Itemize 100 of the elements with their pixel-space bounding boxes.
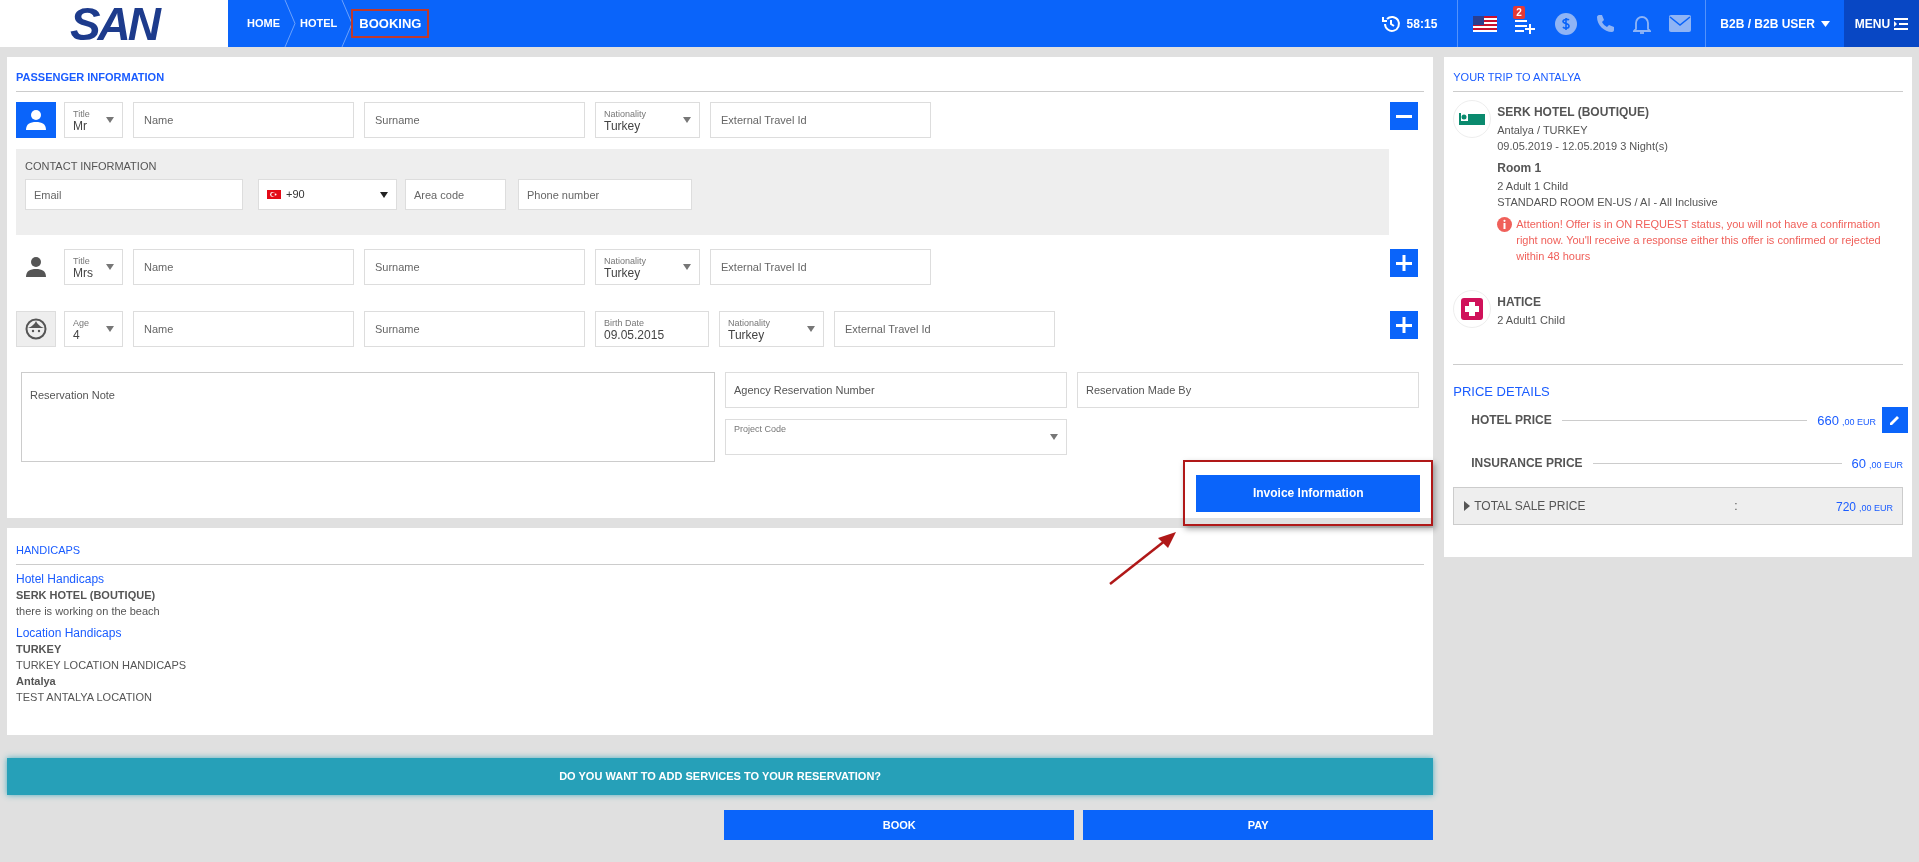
caret-icon <box>1463 501 1472 511</box>
input-field[interactable]: Name <box>133 249 354 285</box>
field-label: Title <box>73 255 91 267</box>
input-field[interactable]: Name <box>133 311 354 347</box>
date-field[interactable]: Birth Date 09.05.2015 <box>595 311 709 347</box>
price-label: INSURANCE PRICE <box>1471 455 1583 472</box>
flag-icon <box>267 190 281 199</box>
entry-name: SERK HOTEL (BOUTIQUE) <box>16 588 157 603</box>
section-title: PRICE DETAILS <box>1453 383 1551 401</box>
total-label: TOTAL SALE PRICE <box>1474 498 1587 515</box>
project-code-select[interactable]: Project Code <box>725 419 1067 455</box>
made-by-field[interactable]: Reservation Made By <box>1077 372 1419 408</box>
total-amount: 720 ,00 EUR <box>1835 499 1893 516</box>
breadcrumb-link[interactable]: HOME <box>243 15 284 32</box>
timer-text: 58:15 <box>1406 15 1438 33</box>
caret-icon <box>106 117 114 123</box>
entry-text: TURKEY LOCATION HANDICAPS <box>16 658 188 673</box>
person-icon <box>25 109 47 131</box>
entry-name: TURKEY <box>16 642 63 657</box>
breadcrumb-link[interactable]: HOTEL <box>296 15 342 32</box>
select-field[interactable]: Nationality Turkey <box>595 249 700 285</box>
item-detail: 09.05.2019 - 12.05.2019 3 Night(s) <box>1497 139 1669 154</box>
caret-icon <box>1821 20 1830 27</box>
remove-passenger-button[interactable] <box>1390 102 1419 130</box>
field-label: Nationality <box>604 108 647 120</box>
field-value: Mr <box>73 120 88 132</box>
field-label: Nationality <box>728 317 771 329</box>
person-icon <box>25 256 47 278</box>
field-value: Mrs <box>73 267 93 279</box>
add-passenger-button[interactable] <box>1390 311 1419 339</box>
item-detail: Antalya / TURKEY <box>1497 123 1589 138</box>
book-button[interactable]: BOOK <box>724 810 1075 840</box>
group-heading: Hotel Handicaps <box>16 571 106 587</box>
caret-icon <box>106 326 114 332</box>
info-icon <box>1497 217 1513 232</box>
caret-icon <box>683 117 691 123</box>
caret-icon <box>683 264 691 270</box>
menu-icon <box>1894 17 1909 30</box>
select-field[interactable]: Title Mr <box>64 102 123 138</box>
item-detail: 2 Adult 1 Child <box>1497 179 1570 194</box>
country-code-select[interactable]: +90 <box>258 179 397 210</box>
select-field[interactable]: Nationality Turkey <box>595 102 700 138</box>
input-field[interactable]: External Travel Id <box>710 102 931 138</box>
add-passenger-button[interactable] <box>1390 249 1419 277</box>
section-subtitle: CONTACT INFORMATION <box>25 159 158 173</box>
passenger-tab[interactable] <box>16 311 56 347</box>
entry-name: Antalya <box>16 674 57 689</box>
select-field[interactable]: Nationality Turkey <box>719 311 824 347</box>
select-field[interactable]: Age 4 <box>64 311 123 347</box>
price-amount: 660 ,00 EUR <box>1817 412 1876 430</box>
edit-price-button[interactable] <box>1882 407 1908 433</box>
reservation-note-field[interactable]: Reservation Note <box>21 372 715 462</box>
plus-icon <box>1396 317 1413 333</box>
section-title: HANDICAPS <box>16 543 82 558</box>
medical-cross-icon <box>1461 298 1484 320</box>
input-field[interactable]: Surname <box>364 102 585 138</box>
menu-button[interactable]: MENU <box>1844 0 1919 47</box>
item-title: HATICE <box>1497 294 1542 310</box>
caret-icon <box>380 191 388 198</box>
item-title: SERK HOTEL (BOUTIQUE) <box>1497 104 1650 120</box>
breadcrumb-link[interactable]: BOOKING <box>353 10 428 37</box>
chevron-separator-icon <box>341 0 354 47</box>
room-title: Room 1 <box>1497 160 1543 176</box>
field-value: Turkey <box>604 267 642 279</box>
input-field[interactable]: Surname <box>364 311 585 347</box>
selected-passenger-tab[interactable] <box>16 102 56 138</box>
field-label: Nationality <box>604 255 647 267</box>
count-badge: 2 <box>1513 5 1525 19</box>
separator-text: : <box>1734 498 1738 515</box>
group-heading: Location Handicaps <box>16 625 123 641</box>
section-title: YOUR TRIP TO ANTALYA <box>1453 70 1582 85</box>
chevron-separator-icon <box>284 0 296 47</box>
input-field[interactable]: Surname <box>364 249 585 285</box>
plus-icon <box>1396 255 1413 271</box>
pencil-icon <box>1889 414 1901 426</box>
annotation-arrow <box>1108 530 1178 586</box>
select-field[interactable]: Title Mrs <box>64 249 123 285</box>
agency-number-field[interactable]: Agency Reservation Number <box>725 372 1067 408</box>
flag-icon[interactable] <box>1473 15 1498 32</box>
input-field[interactable]: External Travel Id <box>834 311 1055 347</box>
invoice-information-button[interactable]: Invoice Information <box>1196 474 1421 512</box>
field-label: Title <box>73 108 90 120</box>
history-icon[interactable] <box>1380 13 1401 34</box>
pay-button[interactable]: PAY <box>1083 810 1434 840</box>
minus-icon <box>1396 114 1413 118</box>
warning-text: Attention! Offer is in ON REQUEST status, you will not have a confirmation right now. You'll receive a response either this offer is confirmed or rejected within 48 hours <box>1516 217 1882 264</box>
total-price-row[interactable]: TOTAL SALE PRICE : 720 ,00 EUR <box>1453 487 1903 525</box>
email-field[interactable]: Email <box>25 179 243 210</box>
section-title: PASSENGER INFORMATION <box>16 70 166 85</box>
item-detail: 2 Adult1 Child <box>1497 313 1566 328</box>
caret-icon <box>807 326 815 332</box>
field-label: Birth Date <box>604 317 646 329</box>
input-field[interactable]: External Travel Id <box>710 249 931 285</box>
caret-icon <box>1050 434 1058 440</box>
area-code-field[interactable]: Area code <box>405 179 506 210</box>
phone-number-field[interactable]: Phone number <box>518 179 692 210</box>
price-amount: 60 ,00 EUR <box>1851 455 1903 473</box>
entry-text: TEST ANTALYA LOCATION <box>16 690 153 705</box>
entry-text: there is working on the beach <box>16 604 161 619</box>
input-field[interactable]: Name <box>133 102 354 138</box>
